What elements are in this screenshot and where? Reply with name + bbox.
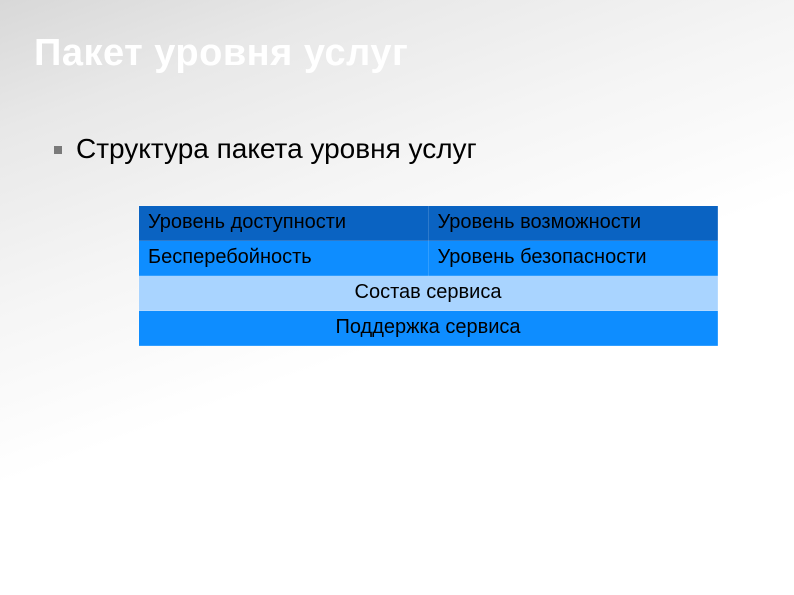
- structure-table: Уровень доступности Уровень возможности …: [138, 205, 718, 346]
- bullet-item: Структура пакета уровня услуг: [54, 133, 794, 165]
- table-cell: Уровень доступности: [139, 206, 429, 241]
- slide-title: Пакет уровня услуг: [0, 0, 794, 75]
- table-row: Бесперебойность Уровень безопасности: [139, 241, 718, 276]
- table-cell: Уровень безопасности: [428, 241, 718, 276]
- square-bullet-icon: [54, 146, 62, 154]
- table-cell-merged: Состав сервиса: [139, 276, 718, 311]
- table-cell: Бесперебойность: [139, 241, 429, 276]
- content-area: Структура пакета уровня услуг Уровень до…: [0, 75, 794, 346]
- table-row: Поддержка сервиса: [139, 311, 718, 346]
- table-container: Уровень доступности Уровень возможности …: [138, 205, 718, 346]
- table-cell: Уровень возможности: [428, 206, 718, 241]
- bullet-text: Структура пакета уровня услуг: [76, 133, 477, 165]
- table-row: Уровень доступности Уровень возможности: [139, 206, 718, 241]
- table-cell-merged: Поддержка сервиса: [139, 311, 718, 346]
- table-row: Состав сервиса: [139, 276, 718, 311]
